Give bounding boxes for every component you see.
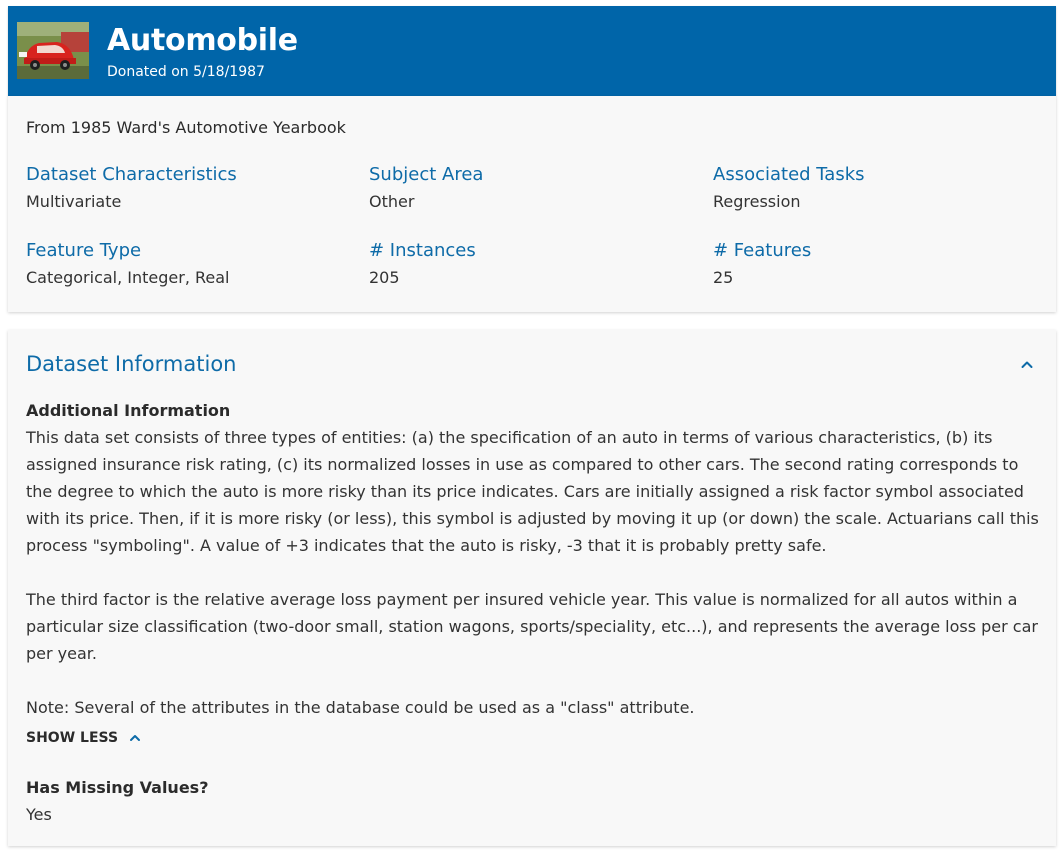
characteristic-feature-type: Feature Type Categorical, Integer, Real <box>26 239 346 289</box>
characteristic-value: Multivariate <box>26 192 122 211</box>
dataset-page: Automobile Donated on 5/18/1987 From 198… <box>0 0 1064 850</box>
dataset-header: Automobile Donated on 5/18/1987 <box>8 6 1056 96</box>
characteristic-instances: # Instances 205 <box>369 239 689 289</box>
dataset-information-heading[interactable]: Dataset Information <box>26 350 236 378</box>
characteristic-label: Associated Tasks <box>713 164 865 185</box>
donation-date: Donated on 5/18/1987 <box>107 64 265 80</box>
characteristic-value: Regression <box>713 192 801 211</box>
characteristic-subject-area: Subject Area Other <box>369 163 689 213</box>
show-less-label: SHOW LESS <box>26 730 119 746</box>
additional-information-title: Additional Information <box>26 401 231 420</box>
characteristic-dataset-characteristics: Dataset Characteristics Multivariate <box>26 163 346 213</box>
dataset-summary-card: From 1985 Ward's Automotive Yearbook Dat… <box>8 96 1056 312</box>
characteristic-value: Other <box>369 192 415 211</box>
info-paragraph: This data set consists of three types of… <box>26 428 1039 555</box>
info-paragraph: Note: Several of the attributes in the d… <box>26 698 695 717</box>
additional-information-text: The third factor is the relative average… <box>26 586 1042 667</box>
additional-information-text: Note: Several of the attributes in the d… <box>26 694 1042 721</box>
car-photo-icon <box>17 22 89 79</box>
characteristic-features: # Features 25 <box>713 239 1033 289</box>
characteristic-label: # Features <box>713 240 812 261</box>
chevron-up-icon <box>1021 361 1033 368</box>
missing-values-title: Has Missing Values? <box>26 778 209 797</box>
collapse-section-button[interactable] <box>1016 354 1038 376</box>
dataset-thumbnail <box>17 22 89 79</box>
characteristic-label: Feature Type <box>26 240 142 261</box>
chevron-up-icon <box>130 735 141 741</box>
additional-information-text: This data set consists of three types of… <box>26 424 1042 559</box>
characteristic-label: Subject Area <box>369 164 484 185</box>
dataset-title: Automobile <box>107 23 298 58</box>
characteristic-label: # Instances <box>369 240 476 261</box>
characteristic-value: Categorical, Integer, Real <box>26 268 230 287</box>
info-paragraph: The third factor is the relative average… <box>26 590 1038 663</box>
dataset-information-card: Dataset Information Additional Informati… <box>8 330 1056 846</box>
characteristic-value: 205 <box>369 268 400 287</box>
characteristic-label: Dataset Characteristics <box>26 164 237 185</box>
characteristic-value: 25 <box>713 268 734 287</box>
dataset-abstract: From 1985 Ward's Automotive Yearbook <box>26 118 346 137</box>
characteristic-associated-tasks: Associated Tasks Regression <box>713 163 1033 213</box>
show-less-button[interactable]: SHOW LESS <box>26 728 142 748</box>
missing-values-value: Yes <box>26 805 52 824</box>
